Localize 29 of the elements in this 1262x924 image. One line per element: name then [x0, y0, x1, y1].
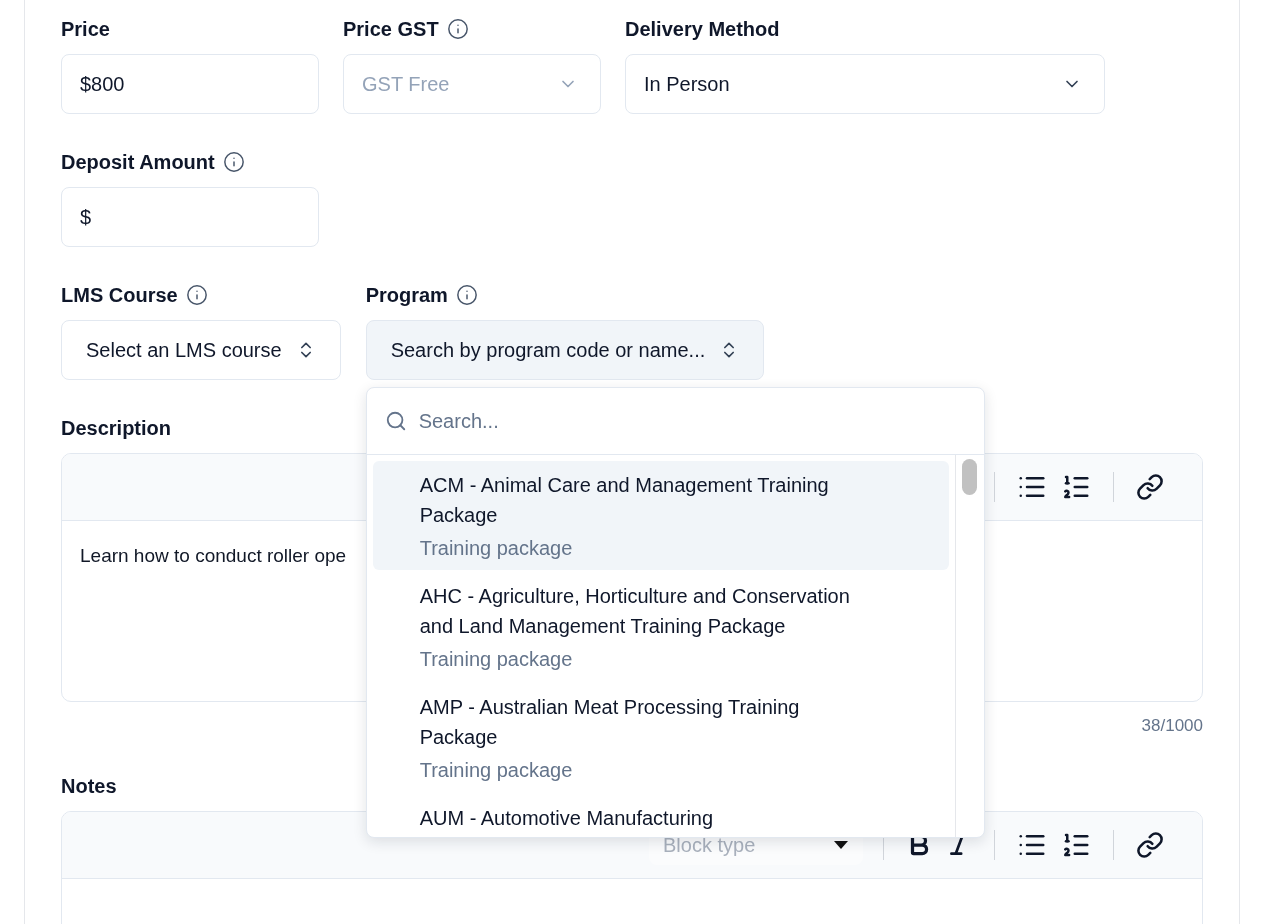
- input-field[interactable]: $800: [61, 54, 319, 114]
- caret-icon: [833, 840, 849, 850]
- field-label: Notes: [61, 774, 117, 798]
- program-option[interactable]: ACM - Animal Care and Management Training Package Training package: [372, 461, 949, 570]
- link-icon: [1136, 473, 1164, 501]
- program-select[interactable]: Search by program code or name...: [365, 320, 765, 380]
- field-label: Description: [61, 416, 172, 440]
- info-icon[interactable]: [222, 151, 245, 173]
- link-button[interactable]: [1134, 471, 1166, 503]
- description-text: Learn how to conduct roller ope: [80, 545, 347, 566]
- select-field[interactable]: In Person: [625, 54, 1105, 114]
- scrollbar-thumb[interactable]: [962, 459, 978, 495]
- field-label: Price: [61, 17, 110, 41]
- search-icon: [384, 410, 407, 432]
- field-label: Deposit Amount: [61, 150, 215, 174]
- input-field[interactable]: $: [61, 187, 319, 247]
- program-option[interactable]: AMP - Australian Meat Processing Training Package Training package: [372, 683, 949, 792]
- link-icon: [1136, 831, 1164, 859]
- info-icon[interactable]: [185, 284, 208, 306]
- lms-course-select[interactable]: Select an LMS course: [61, 320, 341, 380]
- field-label: Price GST: [343, 17, 439, 41]
- info-icon[interactable]: [455, 284, 478, 306]
- field-label: LMS Course: [61, 283, 178, 307]
- character-counter: 38/1000: [1141, 716, 1203, 735]
- field-label: Program: [365, 283, 448, 307]
- program-option[interactable]: AHC - Agriculture, Horticulture and Conservation and Land Management Training Package Training package: [372, 572, 949, 681]
- menu-search-field[interactable]: Search...: [366, 388, 984, 455]
- field-label: Delivery Method: [625, 17, 780, 41]
- link-button[interactable]: [1134, 829, 1166, 861]
